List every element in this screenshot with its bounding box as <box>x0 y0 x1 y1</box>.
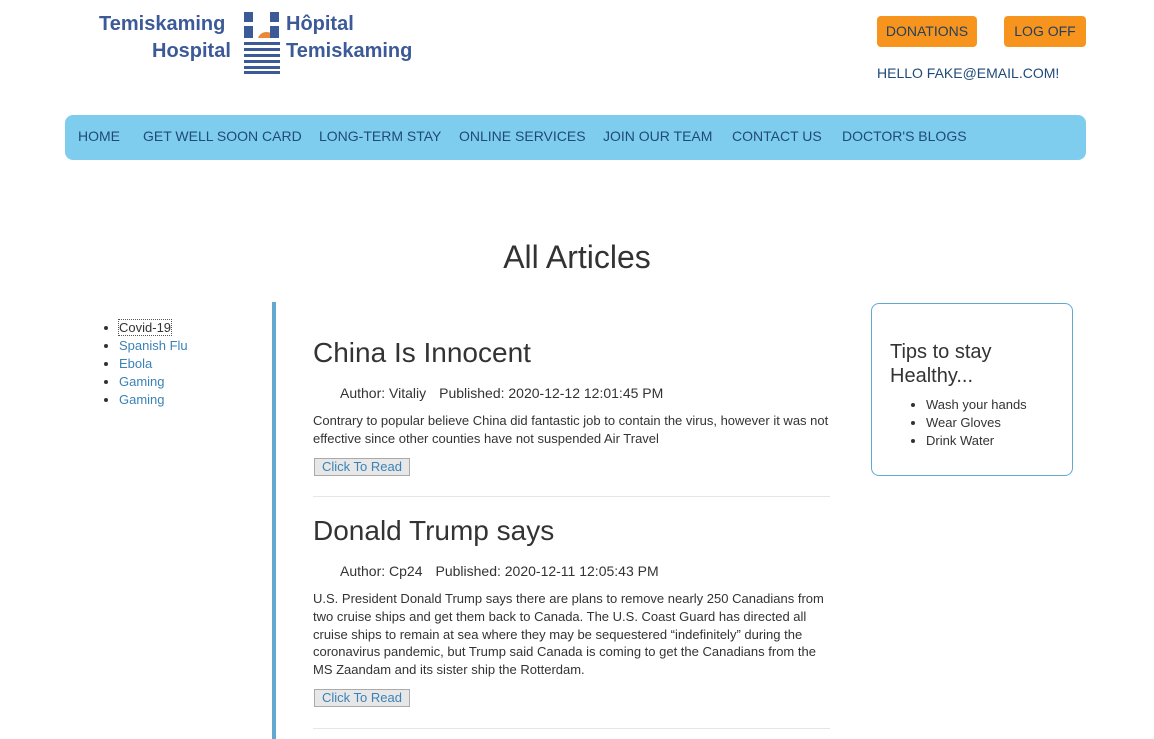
article-summary: U.S. President Donald Trump says there a… <box>313 591 824 678</box>
category-link-gaming[interactable]: Gaming <box>119 374 165 389</box>
article-author: Author: Vitaliy <box>340 385 427 401</box>
content-divider <box>272 302 276 739</box>
donations-button[interactable]: DONATIONS <box>877 16 977 47</box>
category-link-spanish-flu[interactable]: Spanish Flu <box>119 338 188 353</box>
logo-text-en-line2: Hospital <box>152 40 231 62</box>
article-meta: Author: Cp24 Published: 2020-12-11 12:05:… <box>340 563 659 579</box>
tip-item: Drink Water <box>926 432 1027 450</box>
category-link-covid-19[interactable]: Covid-19 <box>117 319 173 336</box>
tips-list: Wash your hands Wear Gloves Drink Water <box>908 396 1027 450</box>
logo-text-fr-line1: Hôpital <box>286 13 354 35</box>
article-separator <box>313 496 830 497</box>
category-item: Gaming <box>119 373 188 391</box>
article-title: China Is Innocent <box>313 337 531 368</box>
click-to-read-button[interactable]: Click To Read <box>314 458 410 476</box>
tips-panel: Tips to stay Healthy... Wash your hands … <box>871 303 1073 476</box>
article-summary: Contrary to popular believe China did fa… <box>313 413 829 446</box>
category-item: Gaming <box>119 391 188 409</box>
hospital-cross-icon <box>244 12 280 74</box>
tip-item: Wear Gloves <box>926 414 1027 432</box>
article-separator <box>313 728 830 729</box>
category-item: Covid-19 <box>117 319 188 337</box>
tips-title: Tips to stay Healthy... <box>890 341 992 387</box>
tip-item: Wash your hands <box>926 396 1027 414</box>
nav-contact-us[interactable]: CONTACT US <box>732 115 822 158</box>
article-author: Author: Cp24 <box>340 563 423 579</box>
log-off-button[interactable]: LOG OFF <box>1004 16 1086 47</box>
article-meta: Author: Vitaliy Published: 2020-12-12 12:… <box>340 385 663 401</box>
article-published: Published: 2020-12-11 12:05:43 PM <box>435 563 659 579</box>
user-greeting: HELLO FAKE@EMAIL.COM! <box>877 65 1060 81</box>
click-to-read-button[interactable]: Click To Read <box>314 689 410 707</box>
category-item: Spanish Flu <box>119 337 188 355</box>
nav-online-services[interactable]: ONLINE SERVICES <box>459 115 586 158</box>
category-list: Covid-19 Spanish Flu Ebola Gaming Gaming <box>101 319 188 409</box>
main-nav: HOME GET WELL SOON CARD LONG-TERM STAY O… <box>65 115 1086 160</box>
nav-doctors-blogs[interactable]: DOCTOR'S BLOGS <box>842 115 967 158</box>
nav-home[interactable]: HOME <box>78 115 120 158</box>
article-card: Donald Trump says Author: Cp24 Published:… <box>313 514 830 730</box>
article-card: China Is Innocent Author: Vitaliy Publish… <box>313 336 830 498</box>
category-link-gaming-2[interactable]: Gaming <box>119 392 165 407</box>
logo-text-en-line1: Temiskaming <box>99 13 226 35</box>
article-published: Published: 2020-12-12 12:01:45 PM <box>439 385 664 401</box>
page-title: All Articles <box>503 239 651 275</box>
nav-long-term-stay[interactable]: LONG-TERM STAY <box>319 115 441 158</box>
nav-join-our-team[interactable]: JOIN OUR TEAM <box>603 115 712 158</box>
category-item: Ebola <box>119 355 188 373</box>
logo-text-fr-line2: Temiskaming <box>286 40 413 62</box>
nav-get-well-soon-card[interactable]: GET WELL SOON CARD <box>143 115 302 158</box>
category-link-ebola[interactable]: Ebola <box>119 356 152 371</box>
article-title: Donald Trump says <box>313 515 555 546</box>
hospital-logo[interactable]: Temiskaming Hospital Hôpital Temiskaming <box>99 10 429 78</box>
